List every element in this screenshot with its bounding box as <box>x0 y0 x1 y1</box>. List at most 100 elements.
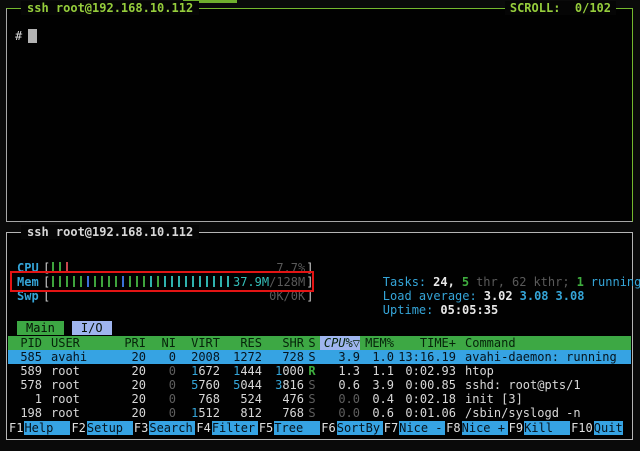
uptime-value: 05:05:35 <box>440 303 498 317</box>
meter-bar-segment <box>199 276 201 287</box>
tab-io[interactable]: I/O <box>72 321 112 335</box>
pane-title: ssh root@192.168.10.112 <box>21 225 199 239</box>
fkey-f7[interactable]: F7Nice - <box>383 421 445 435</box>
fkey-f2[interactable]: F2Setup <box>70 421 132 435</box>
process-row[interactable]: 198 root 20 0 1512 812 768 S 0.0 0.6 0:0… <box>8 406 631 420</box>
column-header-mem[interactable]: MEM% <box>360 336 394 350</box>
function-key-bar: F1HelpF2SetupF3SearchF4FilterF5TreeF6Sor… <box>8 421 631 435</box>
pane-title: ssh root@192.168.10.112 <box>21 1 199 15</box>
meter-bar-segment <box>164 276 166 287</box>
fkey-f10[interactable]: F10Quit <box>570 421 623 435</box>
column-header-time[interactable]: TIME+ <box>394 336 456 350</box>
fkey-label: Nice + <box>462 421 508 435</box>
column-header-cpu-sorted[interactable]: CPU%▽ <box>320 336 360 350</box>
fkey-f9[interactable]: F9Kill <box>508 421 570 435</box>
load-1m: 3.02 <box>484 289 513 303</box>
fkey-key: F1 <box>8 421 24 435</box>
fkey-key: F2 <box>70 421 86 435</box>
bracket: ] <box>306 261 313 275</box>
swap-meter: Swp[0K/0K] <box>17 289 313 303</box>
htop-tab-bar: Main I/O <box>17 321 112 335</box>
ssh-shell-pane[interactable]: ssh root@192.168.10.112 SCROLL: 0/102 # <box>6 8 633 222</box>
terminal-screen: ssh root@192.168.10.112 SCROLL: 0/102 # … <box>0 0 640 451</box>
mem-total: /128M <box>269 275 305 289</box>
process-table-header: PID USER PRI NI VIRT RES SHR S CPU%▽ MEM… <box>8 336 631 350</box>
mem-meter-label: Mem <box>17 275 43 289</box>
uptime-label: Uptime: <box>383 303 434 317</box>
column-header-state[interactable]: S <box>304 336 320 350</box>
load-5m: 3.08 <box>520 289 549 303</box>
load-label: Load average: <box>383 289 477 303</box>
fkey-label: Help <box>24 421 70 435</box>
column-header-pri[interactable]: PRI <box>118 336 146 350</box>
fkey-f1[interactable]: F1Help <box>8 421 70 435</box>
shell-prompt-line: # <box>15 29 37 43</box>
fkey-label: Nice - <box>399 421 445 435</box>
meter-bar-segment <box>59 276 61 287</box>
process-row[interactable]: 578 root 20 0 5760 5044 3816 S 0.6 3.9 0… <box>8 378 631 392</box>
bracket: [ <box>43 261 50 275</box>
fkey-label: Filter <box>212 421 258 435</box>
fkey-f6[interactable]: F6SortBy <box>320 421 382 435</box>
meter-bar-segment <box>220 276 222 287</box>
meter-bar-segment <box>185 276 187 287</box>
meter-bar-segment <box>136 276 138 287</box>
ssh-htop-pane[interactable]: ssh root@192.168.10.112 CPU[7.7%] Mem[37… <box>6 232 633 440</box>
fkey-key: F4 <box>195 421 211 435</box>
meter-bar-segment <box>192 276 194 287</box>
meter-bar-segment <box>87 276 89 287</box>
meter-bar-segment <box>178 276 180 287</box>
swap-meter-value: 0K/0K <box>269 289 305 303</box>
column-header-command[interactable]: Command <box>456 336 631 350</box>
shell-prompt: # <box>15 29 22 43</box>
column-header-virt[interactable]: VIRT <box>176 336 220 350</box>
column-header-res[interactable]: RES <box>220 336 262 350</box>
fkey-label: Search <box>149 421 195 435</box>
bracket: [ <box>43 275 50 289</box>
fkey-f4[interactable]: F4Filter <box>195 421 257 435</box>
meter-bar-segment <box>66 276 68 287</box>
column-header-pid[interactable]: PID <box>8 336 42 350</box>
column-header-shr[interactable]: SHR <box>262 336 304 350</box>
column-header-user[interactable]: USER <box>42 336 118 350</box>
meter-bar-segment <box>52 276 54 287</box>
fkey-key: F7 <box>383 421 399 435</box>
cpu-meter-label: CPU <box>17 261 43 275</box>
mem-meter-value: 37.9M/128M <box>233 275 305 289</box>
load-15m: 3.08 <box>556 289 585 303</box>
scroll-indicator: SCROLL: 0/102 <box>505 1 616 15</box>
tasks-thr-count: 5 <box>462 275 469 289</box>
column-header-ni[interactable]: NI <box>146 336 176 350</box>
htop-meters: CPU[7.7%] Mem[37.9M/128M] Swp[0K/0K] <box>17 261 313 303</box>
meter-bar-segment <box>115 276 117 287</box>
text-cursor <box>28 29 37 43</box>
fkey-f5[interactable]: F5Tree <box>258 421 320 435</box>
fkey-f8[interactable]: F8Nice + <box>445 421 507 435</box>
meter-bar-segment <box>129 276 131 287</box>
mem-meter: Mem[37.9M/128M] <box>17 275 313 289</box>
meter-bar-segment <box>157 276 159 287</box>
bracket: ] <box>306 289 313 303</box>
process-row-selected[interactable]: 585 avahi 20 0 2008 1272 728 S 3.9 1.0 1… <box>8 350 631 364</box>
process-row[interactable]: 1 root 20 0 768 524 476 S 0.0 0.4 0:02.1… <box>8 392 631 406</box>
tasks-running-count: 1 <box>577 275 584 289</box>
process-row[interactable]: 589 root 20 0 1672 1444 1000 R 1.3 1.1 0… <box>8 364 631 378</box>
tasks-label: Tasks: <box>383 275 426 289</box>
tab-main[interactable]: Main <box>17 321 64 335</box>
cpu-meter: CPU[7.7%] <box>17 261 313 275</box>
fkey-label: Quit <box>594 421 623 435</box>
sort-descending-icon: ▽ <box>353 336 360 350</box>
mem-used: 37.9M <box>233 275 269 289</box>
fkey-f3[interactable]: F3Search <box>133 421 195 435</box>
cpu-meter-value: 7.7% <box>276 261 305 275</box>
tasks-kthr-count: 62 <box>512 275 526 289</box>
meter-bar-segment <box>171 276 173 287</box>
meter-bar-segment <box>52 262 54 273</box>
meter-bar-segment <box>122 276 124 287</box>
meter-bar-segment <box>227 276 229 287</box>
process-table: 585 avahi 20 0 2008 1272 728 S 3.9 1.0 1… <box>8 350 631 420</box>
fkey-label: SortBy <box>337 421 383 435</box>
fkey-label: Setup <box>87 421 133 435</box>
swap-meter-label: Swp <box>17 289 43 303</box>
htop-stats: Tasks:24,5thr,62kthr;1running Load avera… <box>325 261 640 303</box>
